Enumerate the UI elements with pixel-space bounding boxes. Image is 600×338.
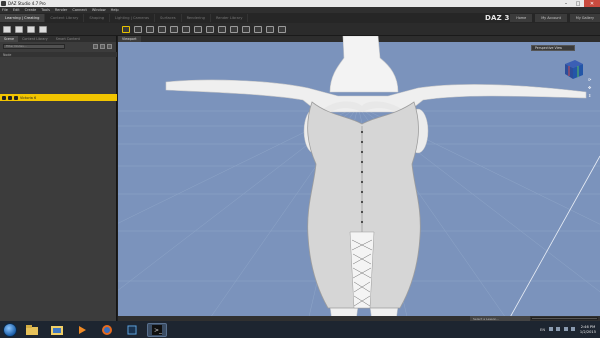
power-pose-icon[interactable] (242, 26, 250, 33)
universal-tool-icon[interactable] (146, 26, 154, 33)
menu-connect[interactable]: Connect (72, 8, 86, 12)
menu-window[interactable]: Window (92, 8, 106, 12)
active-pose-icon[interactable] (254, 26, 262, 33)
tray-icons (549, 327, 577, 332)
my-gallery-link[interactable]: My Gallery (569, 14, 600, 22)
pane-options-icon[interactable] (100, 44, 105, 49)
home-link[interactable]: Home (510, 14, 533, 22)
tab-surfaces[interactable]: Surfaces (155, 14, 182, 22)
media-player-icon[interactable] (72, 323, 92, 337)
node-column-label: Node (3, 52, 12, 57)
orbit-icon[interactable]: ⟳ (588, 77, 596, 83)
taskbar: >_ EN 2:46 PM 1/2/2015 (0, 321, 600, 338)
minimize-button[interactable]: – (560, 0, 572, 7)
tab-render-library[interactable]: Render Library (211, 14, 249, 22)
joint-editor-icon[interactable] (194, 26, 202, 33)
menu-create[interactable]: Create (25, 8, 37, 12)
folder-icon[interactable] (47, 323, 67, 337)
clock-date: 1/2/2015 (579, 329, 596, 334)
figure-icon (14, 95, 18, 100)
dress-model (307, 101, 421, 309)
my-account-link[interactable]: My Account (535, 14, 567, 22)
menu-file[interactable]: File (2, 8, 8, 12)
lock-icon[interactable] (8, 95, 12, 100)
filter-nodes-input[interactable]: Filter Nodes... (3, 44, 65, 49)
clock-time: 2:46 PM (580, 324, 596, 329)
tab-smart-content[interactable]: Smart Content (52, 36, 84, 42)
scene-column-header: Node (0, 52, 117, 57)
window-controls: – □ ✕ (560, 0, 600, 7)
undo-icon[interactable] (39, 26, 47, 33)
scene-pane: Scene Content Library Smart Content Filt… (0, 36, 117, 321)
scene-node-row[interactable]: Victoria 6 (0, 94, 117, 101)
svg-text:>_: >_ (154, 327, 163, 334)
title-bar: DAZ Studio 4.7 Pro – □ ✕ (0, 0, 600, 7)
scene-node-label: Victoria 6 (20, 95, 37, 100)
axis-line (507, 155, 600, 321)
pan-icon[interactable]: ✥ (588, 85, 596, 91)
menu-tools[interactable]: Tools (41, 8, 50, 12)
new-file-icon[interactable] (3, 26, 11, 33)
geometry-editor-icon[interactable] (218, 26, 226, 33)
pane-close-icon[interactable] (107, 44, 112, 49)
daz-studio-icon[interactable]: >_ (147, 322, 167, 337)
pointer-tool-icon[interactable] (122, 26, 130, 33)
clock[interactable]: 2:46 PM 1/2/2015 (580, 325, 596, 335)
camera-select-dropdown[interactable]: Perspective View (531, 45, 575, 51)
tab-rendering[interactable]: Rendering (182, 14, 211, 22)
language-indicator[interactable]: EN (540, 328, 545, 332)
show-hidden-icons-icon[interactable] (549, 327, 554, 331)
menu-edit[interactable]: Edit (13, 8, 20, 12)
translate-icon[interactable] (158, 26, 166, 33)
flag-icon[interactable] (570, 327, 575, 331)
region-tool-icon[interactable] (230, 26, 238, 33)
main-toolbar (0, 23, 600, 36)
tab-learning-creating[interactable]: Learning | Creating (0, 14, 46, 22)
window-title: DAZ Studio 4.7 Pro (8, 1, 46, 6)
pane-menu-icon[interactable] (93, 44, 98, 49)
tab-content-library[interactable]: Content Library (45, 14, 85, 22)
rotate-icon[interactable] (170, 26, 178, 33)
spot-render-icon[interactable] (266, 26, 274, 33)
scene-render (118, 36, 600, 321)
volume-icon[interactable] (563, 327, 568, 331)
photoshop-icon[interactable] (122, 323, 142, 337)
close-button[interactable]: ✕ (584, 0, 600, 7)
top-links: Home My Account My Gallery (507, 13, 600, 23)
progress-bar (531, 317, 598, 320)
open-file-icon[interactable] (15, 26, 23, 33)
surface-tool-icon[interactable] (206, 26, 214, 33)
render-icon[interactable] (278, 26, 286, 33)
maximize-button[interactable]: □ (572, 0, 584, 7)
tab-scene[interactable]: Scene (0, 36, 19, 42)
tab-content-library-pane[interactable]: Content Library (18, 36, 52, 42)
node-select-icon[interactable] (134, 26, 142, 33)
network-icon[interactable] (556, 327, 561, 331)
system-tray: EN 2:46 PM 1/2/2015 (540, 322, 596, 337)
scene-pane-icons (93, 44, 114, 49)
tab-shaping[interactable]: Shaping (84, 14, 111, 22)
app-icon (1, 1, 6, 6)
menu-help[interactable]: Help (111, 8, 119, 12)
view-cube-icon[interactable] (565, 60, 583, 79)
scale-icon[interactable] (182, 26, 190, 33)
viewport[interactable]: Viewport Perspective View ⟳ ✥ ⇕ (118, 36, 600, 321)
menu-render[interactable]: Render (55, 8, 67, 12)
scene-pane-tabs: Scene Content Library Smart Content (0, 36, 116, 42)
explorer-icon[interactable] (22, 323, 42, 337)
save-file-icon[interactable] (27, 26, 35, 33)
firefox-icon[interactable] (97, 323, 117, 337)
visibility-eye-icon[interactable] (2, 95, 6, 100)
start-button[interactable] (3, 322, 17, 337)
tab-lighting-cameras[interactable]: Lighting | Cameras (110, 14, 156, 22)
dolly-icon[interactable]: ⇕ (588, 93, 596, 99)
